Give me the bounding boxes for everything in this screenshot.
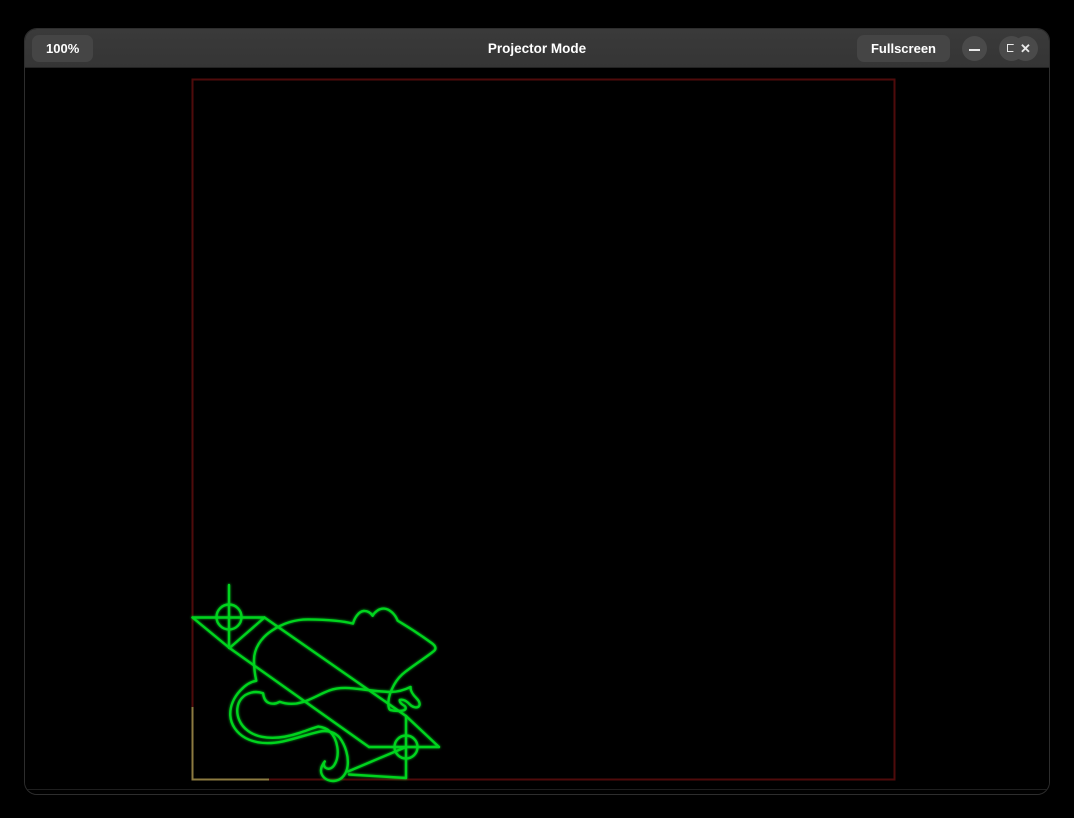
- fullscreen-button[interactable]: Fullscreen: [857, 35, 950, 62]
- projector-canvas[interactable]: [25, 68, 1050, 795]
- registration-marker-b-triangle: [406, 716, 439, 747]
- zoom-level-button[interactable]: 100%: [32, 35, 93, 62]
- projector-mode-window: 100% Projector Mode Fullscreen ✕: [24, 28, 1050, 795]
- minimize-button[interactable]: [962, 36, 987, 61]
- desktop-background: 100% Projector Mode Fullscreen ✕: [0, 0, 1074, 818]
- window-bottom-edge: [25, 789, 1049, 790]
- close-button[interactable]: ✕: [1013, 36, 1038, 61]
- minimize-icon: [969, 49, 980, 51]
- close-icon: ✕: [1013, 36, 1038, 61]
- projection-svg: [25, 68, 1050, 795]
- work-area-border: [193, 80, 895, 780]
- pointer-wedge-lines: [348, 747, 406, 778]
- registration-marker-a-crosshair: [193, 585, 265, 648]
- mouse-outline-drawing: [230, 609, 435, 781]
- titlebar[interactable]: 100% Projector Mode Fullscreen ✕: [25, 29, 1049, 68]
